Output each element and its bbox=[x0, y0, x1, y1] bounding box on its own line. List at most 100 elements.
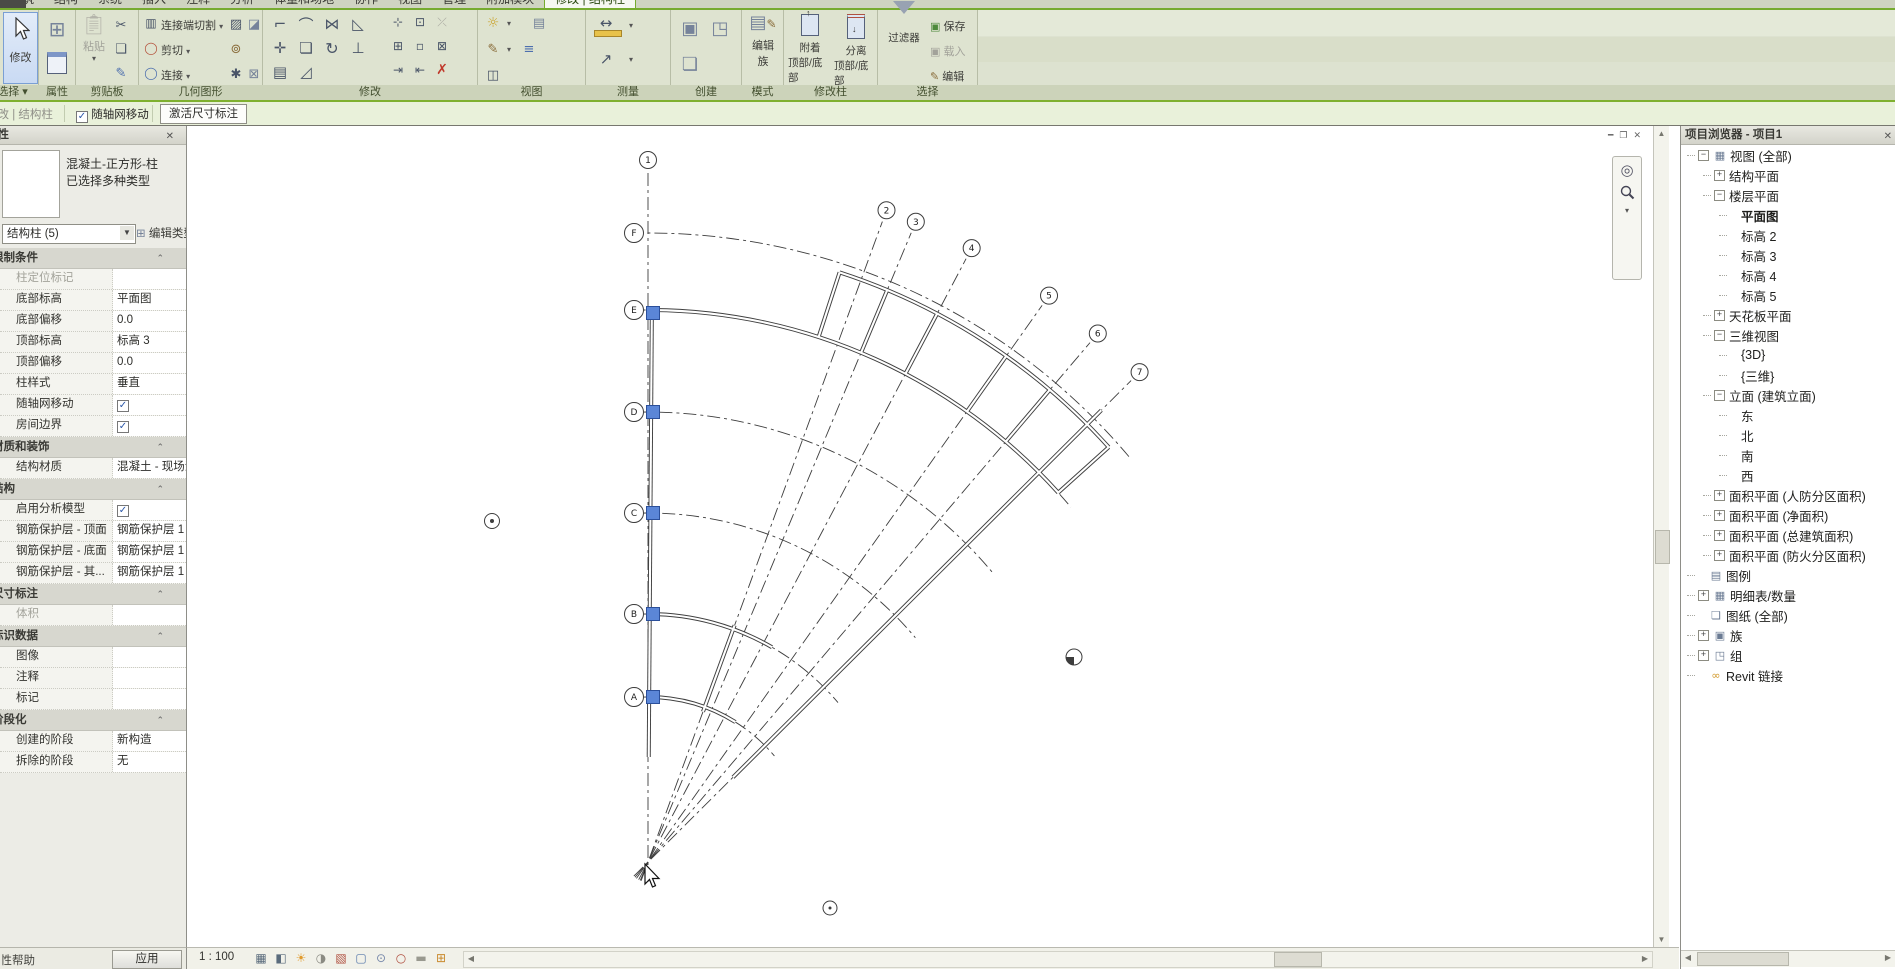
temporary-hide-isolate-icon[interactable]: ⊙ bbox=[373, 950, 389, 967]
expand-icon[interactable]: + bbox=[1698, 590, 1709, 601]
checkbox-icon[interactable]: ✓ bbox=[117, 400, 129, 412]
cut-geometry-label[interactable]: 剪切 ▾ bbox=[161, 42, 190, 58]
copy-element-icon[interactable]: ❏ bbox=[296, 38, 316, 58]
scroll-left-icon[interactable]: ◀ bbox=[1681, 951, 1695, 964]
property-section[interactable]: 限制条件⌃ bbox=[0, 248, 186, 269]
properties-help-link[interactable]: 属性帮助 bbox=[2, 952, 72, 968]
tab-视图[interactable]: 视图 bbox=[388, 0, 432, 9]
property-value[interactable]: 混凝土 - 现场浇 bbox=[113, 458, 186, 478]
browser-scroll-thumb[interactable] bbox=[1697, 952, 1789, 966]
tree-item[interactable]: +面积平面 (总建筑面积) bbox=[1681, 525, 1895, 545]
tab-系统[interactable]: 系统 bbox=[88, 0, 132, 9]
collapse-icon[interactable]: − bbox=[1714, 190, 1725, 201]
tree-item[interactable]: ❏图纸 (全部) bbox=[1681, 605, 1895, 625]
tree-item[interactable]: 标高 2 bbox=[1681, 225, 1895, 245]
panel-label-clipboard[interactable]: 剪贴板 bbox=[76, 85, 138, 100]
filter-button[interactable]: 过滤器 bbox=[884, 14, 924, 88]
horizontal-scrollbar[interactable]: ◀ ▶ bbox=[463, 951, 1653, 968]
property-section[interactable]: 尺寸标注⌃ bbox=[0, 584, 186, 605]
property-value[interactable]: 标高 3 bbox=[113, 332, 186, 352]
paste-button[interactable]: 📋︎ 粘贴 ▾ bbox=[80, 12, 108, 90]
checkbox-icon[interactable]: ✓ bbox=[117, 421, 129, 433]
tree-item[interactable]: 西 bbox=[1681, 465, 1895, 485]
steering-wheel-icon[interactable]: ◎ bbox=[1620, 161, 1633, 179]
tree-item[interactable]: +面积平面 (人防分区面积) bbox=[1681, 485, 1895, 505]
tree-item[interactable]: +▣族 bbox=[1681, 625, 1895, 645]
join-geometry-icon[interactable]: ◯ bbox=[144, 66, 158, 80]
tab-体量和场地[interactable]: 体量和场地 bbox=[264, 0, 344, 9]
measure-between-dropdown[interactable]: ▾ bbox=[626, 54, 636, 64]
property-value[interactable]: 钢筋保护层 1 <... bbox=[113, 542, 186, 562]
displace-elements-icon[interactable]: ◫ bbox=[484, 66, 502, 84]
edit-selection[interactable]: ✎ 编辑 bbox=[930, 68, 964, 84]
create-parts-icon[interactable]: ◳ bbox=[708, 16, 732, 40]
scroll-left-icon[interactable]: ◀ bbox=[464, 952, 478, 965]
scroll-right-icon[interactable]: ▶ bbox=[1638, 952, 1652, 965]
zoom-dropdown-icon[interactable]: ▾ bbox=[1625, 206, 1629, 215]
save-selection[interactable]: ▣ 保存 bbox=[930, 18, 965, 34]
box-icon[interactable]: ▫ bbox=[412, 38, 428, 54]
linework-dropdown[interactable]: ▾ bbox=[504, 44, 514, 54]
trim-extend-icon[interactable]: ⊥ bbox=[348, 38, 368, 58]
create-assembly-icon[interactable]: ❏ bbox=[678, 52, 702, 76]
expand-icon[interactable]: + bbox=[1698, 650, 1709, 661]
properties-title-bar[interactable]: 属性 ✕ bbox=[0, 126, 186, 145]
property-section[interactable]: 结构⌃ bbox=[0, 479, 186, 500]
reveal-dropdown[interactable]: ▾ bbox=[504, 18, 514, 28]
measure-between-icon[interactable]: ↗ bbox=[595, 50, 617, 68]
wall-joins-icon[interactable]: ▨ bbox=[228, 16, 244, 32]
unjoin-icon[interactable]: ⤫ bbox=[434, 14, 450, 30]
property-value[interactable] bbox=[113, 689, 186, 709]
crop-view-icon[interactable]: ▧ bbox=[333, 950, 349, 967]
property-value[interactable] bbox=[113, 605, 186, 625]
split-with-gap-icon[interactable]: ⊡ bbox=[412, 14, 428, 30]
close-icon[interactable]: ✕ bbox=[1884, 128, 1892, 146]
property-value[interactable] bbox=[113, 269, 186, 289]
checkbox-icon[interactable]: ✓ bbox=[117, 505, 129, 517]
expand-icon[interactable]: + bbox=[1714, 310, 1725, 321]
tree-item[interactable]: ▤图例 bbox=[1681, 565, 1895, 585]
mirror-pick-axis-icon[interactable]: ⋈ bbox=[322, 14, 342, 34]
align-right-icon[interactable]: ⇥ bbox=[390, 62, 406, 78]
hide-elements-icon[interactable]: ▤ bbox=[530, 14, 548, 32]
tree-item[interactable]: 东 bbox=[1681, 405, 1895, 425]
view-scale[interactable]: 1 : 100 bbox=[199, 951, 234, 963]
property-value[interactable]: ✓ bbox=[113, 416, 186, 436]
modify-button[interactable]: 修改 bbox=[3, 12, 38, 84]
tree-item[interactable]: −三维视图 bbox=[1681, 325, 1895, 345]
measure-icon[interactable]: ↔ bbox=[595, 16, 617, 30]
project-browser-title-bar[interactable]: 项目浏览器 - 项目1 ✕ bbox=[1681, 126, 1895, 145]
edit-type-button[interactable]: ⊞ 编辑类型 bbox=[136, 224, 187, 242]
edit-family-button[interactable]: ▤✎ 编辑 族 bbox=[746, 12, 780, 90]
close-icon[interactable]: ✕ bbox=[166, 128, 174, 146]
move-icon[interactable]: ✛ bbox=[270, 38, 290, 58]
align-left-icon[interactable]: ⇤ bbox=[412, 62, 428, 78]
property-value[interactable]: 钢筋保护层 1 <... bbox=[113, 521, 186, 541]
property-value[interactable]: 平面图 bbox=[113, 290, 186, 310]
tree-item[interactable]: 南 bbox=[1681, 445, 1895, 465]
drawing-area[interactable]: FEDCBA1234567 ━❐✕ ◎ ▾ ▲ ▼ bbox=[187, 126, 1679, 947]
horizontal-scroll-thumb[interactable] bbox=[1274, 952, 1322, 967]
shadows-icon[interactable]: ◑ bbox=[313, 950, 329, 967]
property-value[interactable] bbox=[113, 668, 186, 688]
close-view-icon[interactable]: ✕ bbox=[1633, 130, 1647, 140]
panel-label-modify[interactable]: 修改 bbox=[263, 85, 477, 100]
collapse-icon[interactable]: ⌃ bbox=[156, 479, 164, 499]
property-section[interactable]: 标识数据⌃ bbox=[0, 626, 186, 647]
property-value[interactable]: ✓ bbox=[113, 395, 186, 415]
beam-joins-icon[interactable]: ⊚ bbox=[228, 41, 244, 57]
load-selection[interactable]: ▣ 载入 bbox=[930, 43, 965, 59]
tab-附加模块[interactable]: 附加模块 bbox=[476, 0, 544, 9]
expand-icon[interactable]: + bbox=[1714, 170, 1725, 181]
collapse-icon[interactable]: ⌃ bbox=[156, 584, 164, 604]
cope-icon[interactable]: ▥ bbox=[144, 16, 158, 30]
offset-icon[interactable]: ⌒ bbox=[296, 14, 316, 34]
tree-item[interactable]: {3D} bbox=[1681, 345, 1895, 365]
tree-item[interactable]: 平面图 bbox=[1681, 205, 1895, 225]
panel-label-mode[interactable]: 模式 bbox=[742, 85, 783, 100]
attach-top-base-button[interactable]: ↑ 附着 顶部/底部 bbox=[788, 12, 832, 90]
panel-label-create[interactable]: 创建 bbox=[671, 85, 741, 100]
activate-dimensions-button[interactable]: 激活尺寸标注 bbox=[160, 104, 247, 124]
property-section[interactable]: 材质和装饰⌃ bbox=[0, 437, 186, 458]
tab-分析[interactable]: 分析 bbox=[220, 0, 264, 9]
